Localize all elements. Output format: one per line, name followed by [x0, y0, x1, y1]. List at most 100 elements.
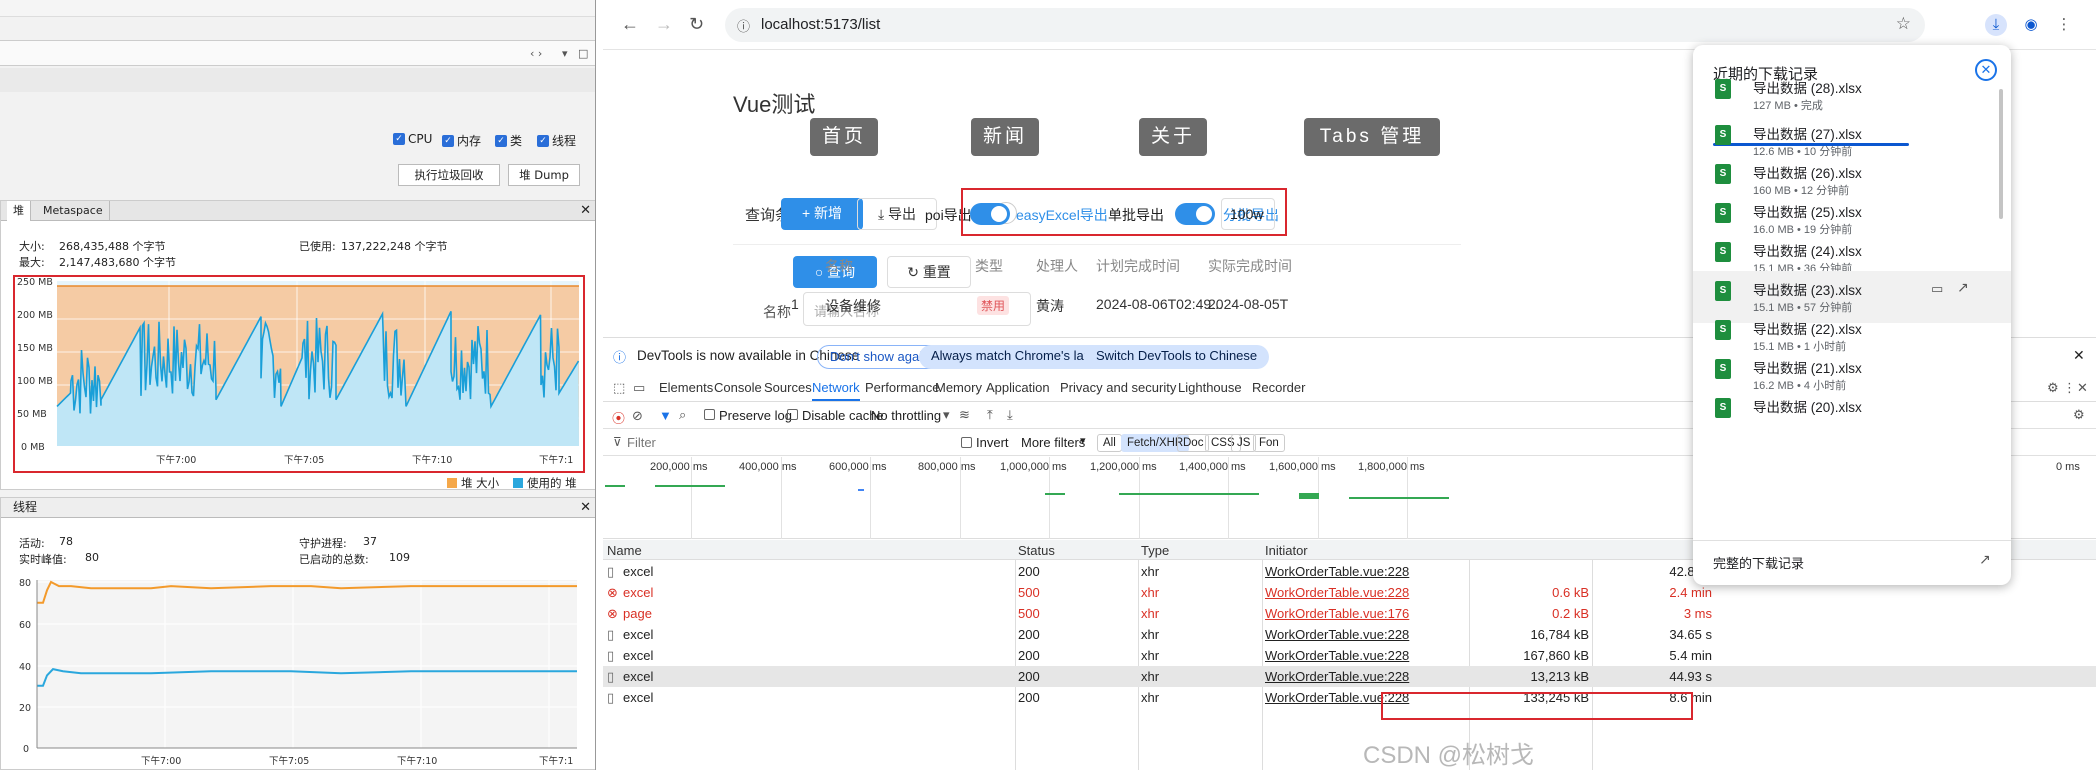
th-actual: 实际完成时间: [1208, 258, 1292, 274]
dropdown-icon[interactable]: ▾: [562, 47, 568, 60]
close-devtools-icon[interactable]: ✕: [2077, 380, 2088, 396]
chip-font[interactable]: Fon: [1253, 434, 1285, 452]
timeline-label: 400,000 ms: [739, 461, 797, 473]
download-filename: 导出数据 (28).xlsx: [1753, 81, 1862, 96]
tab-performance[interactable]: Performance: [865, 380, 939, 395]
tab-recorder[interactable]: Recorder: [1252, 380, 1305, 395]
preserve-log-checkbox[interactable]: [704, 409, 715, 420]
nav-about[interactable]: 关于: [1139, 118, 1207, 156]
peak-label: 实时峰值:: [19, 553, 67, 566]
filter-icon[interactable]: ▼: [659, 408, 672, 423]
downloads-popup: 近期的下载记录 ✕ S 导出数据 (28).xlsx 127 MB • 完成 S 导出数…: [1693, 45, 2011, 585]
nav-home[interactable]: 首页: [810, 118, 878, 156]
tab-lighthouse[interactable]: Lighthouse: [1178, 380, 1242, 395]
close-icon[interactable]: ✕: [580, 500, 591, 515]
table-row[interactable]: ⊗ page 500 xhr WorkOrderTable.vue:176 0.2 kB 3…: [603, 603, 2096, 624]
class-checkbox[interactable]: ✓ 类: [495, 132, 522, 149]
tab-heap[interactable]: 堆: [7, 201, 31, 221]
legend-label: 堆 大小: [461, 476, 500, 490]
clear-icon[interactable]: ⊘: [632, 408, 643, 424]
forward-icon[interactable]: →: [655, 14, 673, 35]
nav-arrows-icon[interactable]: ‹ ›: [530, 47, 542, 60]
table-row[interactable]: ▯ excel 200 xhr WorkOrderTable.vue:228 167,86…: [603, 645, 2096, 666]
reload-icon[interactable]: ↻: [689, 14, 704, 35]
excel-file-icon: S: [1715, 242, 1731, 262]
info-icon: ⓘ: [613, 350, 627, 365]
cell-initiator[interactable]: WorkOrderTable.vue:228: [1265, 564, 1409, 579]
search-icon[interactable]: ⌕: [679, 407, 686, 423]
col-status[interactable]: Status: [1018, 543, 1055, 558]
row-actual: 2024-08-05T: [1208, 296, 1289, 312]
download-item[interactable]: S 导出数据 (20).xlsx: [1693, 388, 2011, 440]
tab-privacy[interactable]: Privacy and security: [1060, 380, 1176, 395]
tab-network[interactable]: Network: [812, 380, 860, 401]
menu-icon[interactable]: ⋮: [2053, 14, 2075, 36]
full-history-link[interactable]: 完整的下载记录: [1713, 553, 1804, 572]
tab-elements[interactable]: Elements: [659, 380, 713, 395]
invert-checkbox[interactable]: [961, 437, 972, 448]
memory-checkbox[interactable]: ✓ 内存: [442, 132, 481, 149]
nav-tabs[interactable]: Tabs 管理: [1304, 118, 1440, 156]
table-row[interactable]: ▯ excel 200 xhr WorkOrderTable.vue:228 13,213…: [603, 666, 2096, 687]
address-bar[interactable]: ⓘ localhost:5173/list ☆: [725, 8, 1925, 42]
chip-all[interactable]: All: [1097, 434, 1122, 452]
upload-icon[interactable]: ⤒: [987, 407, 993, 423]
close-icon[interactable]: ✕: [580, 203, 591, 218]
restore-icon[interactable]: □: [578, 47, 588, 60]
nav-news[interactable]: 新闻: [971, 118, 1039, 156]
tab-metaspace[interactable]: Metaspace: [37, 201, 110, 221]
table-row[interactable]: ⊗ excel 500 xhr WorkOrderTable.vue:228 0.6 kB…: [603, 582, 2096, 603]
open-external-icon[interactable]: ↗: [1979, 551, 1991, 568]
timeline-label: 800,000 ms: [918, 461, 976, 473]
table-row[interactable]: ▯ excel 200 xhr WorkOrderTable.vue:228 133,24…: [603, 687, 2096, 708]
tab-application[interactable]: Application: [986, 380, 1050, 395]
download-item[interactable]: S 导出数据 (28).xlsx 127 MB • 完成: [1693, 69, 2011, 121]
open-external-icon[interactable]: ↗: [1957, 279, 1969, 296]
download-icon[interactable]: ⤓: [1985, 14, 2007, 36]
heap-panel: 堆 Metaspace ✕ 大小: 268,435,488 个字节 已使用: 1…: [0, 200, 595, 490]
disable-cache-checkbox[interactable]: [787, 409, 798, 420]
download-meta: 127 MB • 完成: [1753, 100, 1823, 112]
cpu-checkbox[interactable]: ✓ CPU: [393, 132, 432, 146]
last-request-highlight-box: [1381, 692, 1693, 720]
col-name[interactable]: Name: [607, 543, 642, 558]
thread-checkbox[interactable]: ✓ 线程: [537, 132, 576, 149]
record-icon[interactable]: ⦿: [612, 408, 625, 427]
folder-icon[interactable]: ▭: [1931, 281, 1943, 297]
cell-status: 200: [1018, 627, 1040, 642]
heap-dump-button[interactable]: 堆 Dump: [508, 164, 580, 186]
error-icon: ⊗: [607, 606, 618, 621]
bookmark-star-icon[interactable]: ☆: [1896, 14, 1911, 34]
wifi-icon[interactable]: ≋: [959, 407, 970, 423]
settings-icon[interactable]: ⚙: [2047, 380, 2059, 396]
filter-input[interactable]: Filter: [627, 435, 656, 450]
more-icon[interactable]: ⋮: [2063, 380, 2076, 396]
device-icon[interactable]: ▭: [633, 380, 645, 396]
more-filters-button[interactable]: More filters: [1021, 435, 1085, 450]
network-settings-icon[interactable]: ⚙: [2073, 407, 2085, 423]
download-filename: 导出数据 (27).xlsx: [1753, 127, 1862, 142]
tab-sources[interactable]: Sources: [764, 380, 812, 395]
timeline-bar: [655, 485, 725, 487]
heap-tabbar: 堆 Metaspace ✕: [1, 201, 595, 221]
throttling-select[interactable]: No throttling: [871, 408, 941, 423]
profile-icon[interactable]: ◉: [2020, 14, 2042, 36]
download-har-icon[interactable]: ⤓: [1007, 407, 1013, 423]
cell-type: xhr: [1141, 669, 1160, 684]
col-initiator[interactable]: Initiator: [1265, 543, 1308, 558]
scrollbar[interactable]: [1999, 89, 2003, 219]
gc-button[interactable]: 执行垃圾回收: [398, 164, 500, 186]
site-info-icon[interactable]: ⓘ: [737, 16, 750, 35]
tab-console[interactable]: Console: [714, 380, 762, 395]
table-row[interactable]: ▯ excel 200 xhr WorkOrderTable.vue:228 16,784…: [603, 624, 2096, 645]
close-icon[interactable]: ✕: [2073, 347, 2085, 364]
page-title: Vue测试: [733, 92, 816, 117]
col-type[interactable]: Type: [1141, 543, 1169, 558]
add-button[interactable]: + 新增: [781, 198, 863, 230]
timeline-label: 1,800,000 ms: [1358, 461, 1425, 473]
cell-time: 5.4 min: [1669, 648, 1712, 663]
switch-chinese-button[interactable]: Switch DevTools to Chinese: [1084, 345, 1270, 369]
inspect-icon[interactable]: ⬚: [613, 380, 625, 396]
tab-memory[interactable]: Memory: [935, 380, 982, 395]
back-icon[interactable]: ←: [621, 14, 639, 35]
